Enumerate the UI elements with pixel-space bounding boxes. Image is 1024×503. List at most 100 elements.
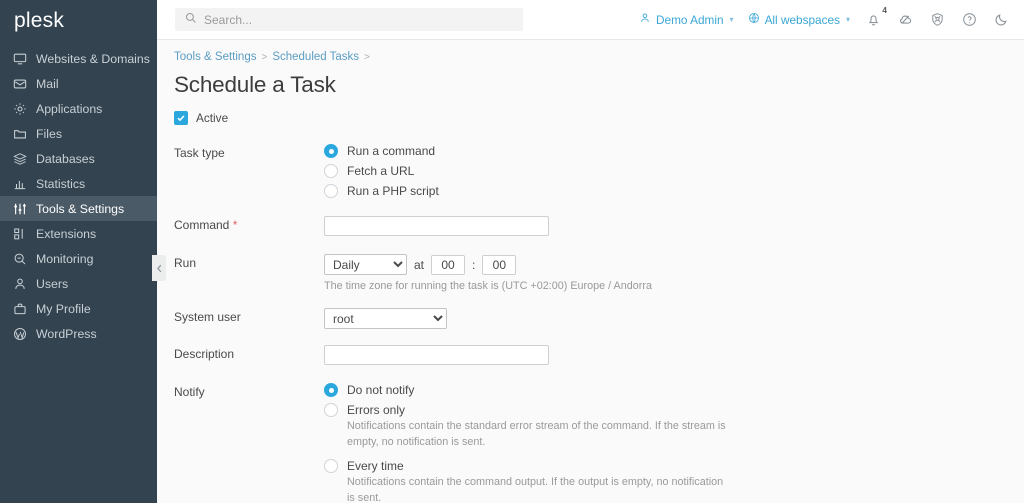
- search-input[interactable]: [204, 13, 513, 27]
- run-hour-input[interactable]: [431, 255, 465, 275]
- sidebar-item-applications[interactable]: Applications: [0, 96, 157, 121]
- radio-run-a-php-script[interactable]: Run a PHP script: [324, 184, 1024, 198]
- field-task-type: Task type Run a command Fetch a URL R: [174, 144, 1024, 204]
- breadcrumb-item-scheduled-tasks[interactable]: Scheduled Tasks: [272, 51, 359, 63]
- sidebar-item-label: Applications: [36, 102, 102, 116]
- description-input[interactable]: [324, 345, 549, 365]
- radio-label: Run a PHP script: [347, 184, 439, 198]
- system-user-select[interactable]: root: [324, 308, 447, 329]
- task-type-options: Run a command Fetch a URL Run a PHP scri…: [324, 144, 1024, 204]
- radio-button[interactable]: [324, 403, 338, 417]
- run-schedule-controls: Daily at :: [324, 254, 1024, 275]
- radio-button[interactable]: [324, 164, 338, 178]
- sidebar-collapse-handle[interactable]: [152, 255, 166, 281]
- breadcrumb: Tools & Settings > Scheduled Tasks >: [157, 40, 1024, 63]
- sidebar-item-label: Websites & Domains: [36, 52, 150, 66]
- sidebar-item-users[interactable]: Users: [0, 271, 157, 296]
- sidebar-item-wordpress[interactable]: WordPress: [0, 321, 157, 346]
- notify-options: Do not notify Errors only Notifications …: [324, 383, 1024, 503]
- run-frequency-select[interactable]: Daily: [324, 254, 407, 275]
- moon-icon[interactable]: [992, 11, 1010, 29]
- shield-icon[interactable]: [928, 11, 946, 29]
- webspaces-menu-label: All webspaces: [765, 13, 840, 27]
- radio-label: Every time: [347, 459, 404, 473]
- sidebar-nav: Websites & Domains Mail Applications: [0, 46, 157, 346]
- search-icon: [185, 11, 197, 29]
- system-user-label: System user: [174, 308, 324, 329]
- sliders-icon: [12, 201, 27, 216]
- sidebar-item-statistics[interactable]: Statistics: [0, 171, 157, 196]
- radio-label: Errors only: [347, 403, 405, 417]
- monitor-icon: [12, 51, 27, 66]
- sidebar-item-mail[interactable]: Mail: [0, 71, 157, 96]
- bell-icon[interactable]: 4: [864, 11, 882, 29]
- plesk-logo[interactable]: plesk: [0, 0, 157, 40]
- blocks-icon: [12, 226, 27, 241]
- sidebar-item-label: Files: [36, 127, 62, 141]
- sidebar-item-label: WordPress: [36, 327, 97, 341]
- sidebar-item-databases[interactable]: Databases: [0, 146, 157, 171]
- radio-fetch-a-url[interactable]: Fetch a URL: [324, 164, 1024, 178]
- help-icon[interactable]: [960, 11, 978, 29]
- time-colon: :: [472, 258, 475, 272]
- sidebar-item-label: Databases: [36, 152, 95, 166]
- search-box[interactable]: [175, 8, 523, 31]
- breadcrumb-separator: >: [364, 52, 370, 63]
- every-time-hint: Notifications contain the command output…: [347, 475, 727, 503]
- breadcrumb-item-tools-settings[interactable]: Tools & Settings: [174, 51, 256, 63]
- gear-icon: [12, 101, 27, 116]
- radio-every-time[interactable]: Every time: [324, 459, 1024, 473]
- run-label: Run: [174, 254, 324, 292]
- sidebar-item-label: My Profile: [36, 302, 91, 316]
- active-checkbox-row[interactable]: Active: [174, 111, 1024, 125]
- radio-button[interactable]: [324, 144, 338, 158]
- sidebar-item-label: Users: [36, 277, 68, 291]
- sidebar-item-tools-settings[interactable]: Tools & Settings: [0, 196, 157, 221]
- field-run: Run Daily at : The time zone for running…: [174, 254, 1024, 292]
- content-area: Schedule a Task Active Task type R: [157, 63, 1024, 503]
- field-system-user: System user root: [174, 308, 1024, 329]
- radio-label: Fetch a URL: [347, 164, 414, 178]
- radio-button[interactable]: [324, 383, 338, 397]
- active-checkbox-label: Active: [196, 111, 228, 125]
- at-label: at: [414, 258, 424, 272]
- field-command: Command *: [174, 216, 1024, 236]
- command-input[interactable]: [324, 216, 549, 236]
- sidebar-item-files[interactable]: Files: [0, 121, 157, 146]
- radio-button[interactable]: [324, 184, 338, 198]
- active-checkbox[interactable]: [174, 111, 188, 125]
- page-title: Schedule a Task: [174, 72, 1024, 98]
- database-icon: [12, 151, 27, 166]
- briefcase-icon: [12, 301, 27, 316]
- task-type-label: Task type: [174, 144, 324, 204]
- sidebar-item-label: Monitoring: [36, 252, 93, 266]
- globe-icon: [748, 12, 760, 27]
- notify-label: Notify: [174, 383, 324, 503]
- main-pane: Demo Admin ▾ All webspaces ▾: [157, 0, 1024, 503]
- radio-label: Run a command: [347, 144, 435, 158]
- envelope-icon: [12, 76, 27, 91]
- description-label: Description: [174, 345, 324, 365]
- sidebar-item-extensions[interactable]: Extensions: [0, 221, 157, 246]
- magnifier-icon: [12, 251, 27, 266]
- field-notify: Notify Do not notify Errors only Notific…: [174, 383, 1024, 503]
- topbar-right: Demo Admin ▾ All webspaces ▾: [639, 11, 1010, 29]
- user-menu-label: Demo Admin: [656, 13, 724, 27]
- radio-label: Do not notify: [347, 383, 414, 397]
- sidebar-item-monitoring[interactable]: Monitoring: [0, 246, 157, 271]
- radio-do-not-notify[interactable]: Do not notify: [324, 383, 1024, 397]
- radio-run-a-command[interactable]: Run a command: [324, 144, 1024, 158]
- errors-only-hint: Notifications contain the standard error…: [347, 419, 727, 450]
- radio-button[interactable]: [324, 459, 338, 473]
- sidebar-item-label: Tools & Settings: [36, 202, 124, 216]
- sidebar: plesk Websites & Domains Mail: [0, 0, 157, 503]
- webspaces-menu[interactable]: All webspaces ▾: [748, 12, 850, 27]
- cloud-icon[interactable]: [896, 11, 914, 29]
- sidebar-item-websites-domains[interactable]: Websites & Domains: [0, 46, 157, 71]
- run-minute-input[interactable]: [482, 255, 516, 275]
- logo-text: plesk: [14, 10, 64, 31]
- sidebar-item-my-profile[interactable]: My Profile: [0, 296, 157, 321]
- user-menu[interactable]: Demo Admin ▾: [639, 12, 734, 27]
- field-description: Description: [174, 345, 1024, 365]
- radio-errors-only[interactable]: Errors only: [324, 403, 1024, 417]
